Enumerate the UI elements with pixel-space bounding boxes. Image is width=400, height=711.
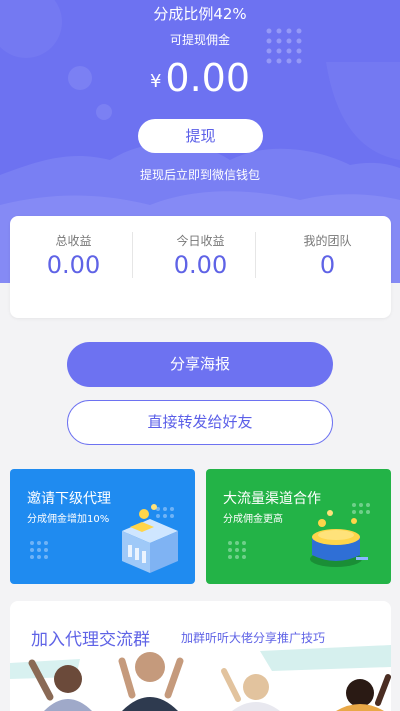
divider [132,232,133,278]
amount-value: 0.00 [165,56,251,100]
people-cheering-illustration [10,645,391,711]
promo-subtitle: 分成佣金增加10% [27,514,110,525]
invite-agent-card[interactable]: 邀请下级代理 分成佣金增加10% [10,469,195,584]
withdraw-note: 提现后立即到微信钱包 [139,168,260,182]
forward-to-friends-button[interactable]: 直接转发给好友 [67,400,333,445]
promo-title: 邀请下级代理 [27,491,111,507]
withdrawable-amount: ¥0.00 [0,56,400,100]
building-icon [30,504,178,573]
stat-label: 总收益 [55,234,92,248]
divider [255,232,256,278]
promo-subtitle: 分成佣金更高 [223,514,283,525]
stat-total-earnings[interactable]: 总收益 0.00 [10,216,137,318]
stats-card: 总收益 0.00 今日收益 0.00 我的团队 0 [10,216,391,318]
channel-cooperation-card[interactable]: 大流量渠道合作 分成佣金更高 [206,469,391,584]
commission-ratio: 分成比例42% [153,5,247,23]
share-poster-button[interactable]: 分享海报 [67,342,333,387]
coin-pot-icon [228,503,370,567]
stat-value: 0 [319,251,336,279]
stat-value: 0.00 [173,251,228,279]
withdrawable-label: 可提现佣金 [169,33,230,47]
withdraw-button[interactable]: 提现 [138,119,263,153]
join-agent-group-banner[interactable]: 加入代理交流群 加群听听大佬分享推广技巧 [10,601,391,711]
group-subtitle: 加群听听大佬分享推广技巧 [181,631,326,645]
stat-today-earnings[interactable]: 今日收益 0.00 [137,216,264,318]
currency-symbol: ¥ [149,71,162,92]
group-title: 加入代理交流群 [31,630,150,650]
stat-label: 我的团队 [303,234,352,248]
stat-label: 今日收益 [176,234,225,248]
stat-my-team[interactable]: 我的团队 0 [264,216,391,318]
promo-title: 大流量渠道合作 [223,491,321,507]
stat-value: 0.00 [46,251,101,279]
